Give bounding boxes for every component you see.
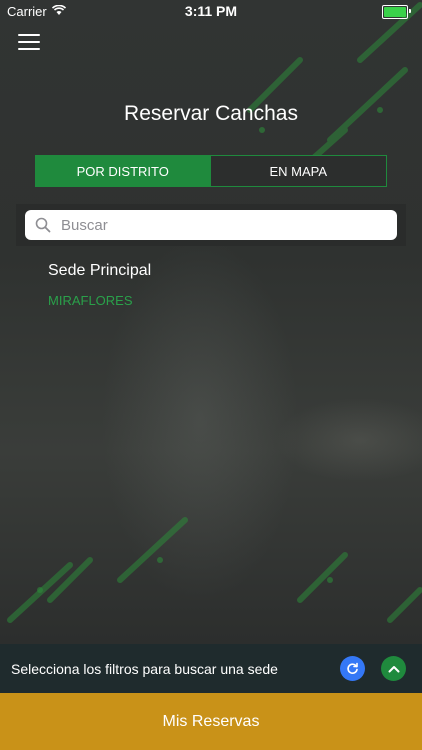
venue-name: Sede Principal	[48, 262, 152, 279]
list-item[interactable]: Sede Principal MIRAFLORES	[48, 262, 151, 308]
tab-bar: POR DISTRITO EN MAPA	[35, 155, 387, 187]
page-title: Reservar Canchas	[124, 102, 298, 125]
tab-en-mapa[interactable]: EN MAPA	[210, 155, 387, 187]
search-bar	[16, 204, 406, 246]
mis-reservas-button[interactable]: Mis Reservas	[0, 693, 422, 750]
filter-message: Selecciona los filtros para buscar una s…	[11, 660, 278, 677]
expand-filters-button[interactable]	[381, 656, 406, 681]
filter-bar: Selecciona los filtros para buscar una s…	[0, 644, 422, 693]
search-input[interactable]	[59, 215, 383, 235]
battery-icon	[382, 5, 411, 19]
tab-por-distrito[interactable]: POR DISTRITO	[35, 155, 211, 187]
refresh-button[interactable]	[340, 656, 365, 681]
search-icon	[35, 217, 51, 233]
chevron-up-icon	[388, 665, 399, 672]
status-bar: Carrier 3:11 PM	[0, 0, 422, 22]
venue-district: MIRAFLORES	[48, 293, 133, 308]
hamburger-menu-icon[interactable]	[18, 34, 40, 52]
clock: 3:11 PM	[184, 3, 238, 19]
search-field[interactable]	[25, 210, 397, 240]
background-photo	[0, 0, 422, 644]
refresh-icon	[347, 662, 358, 674]
